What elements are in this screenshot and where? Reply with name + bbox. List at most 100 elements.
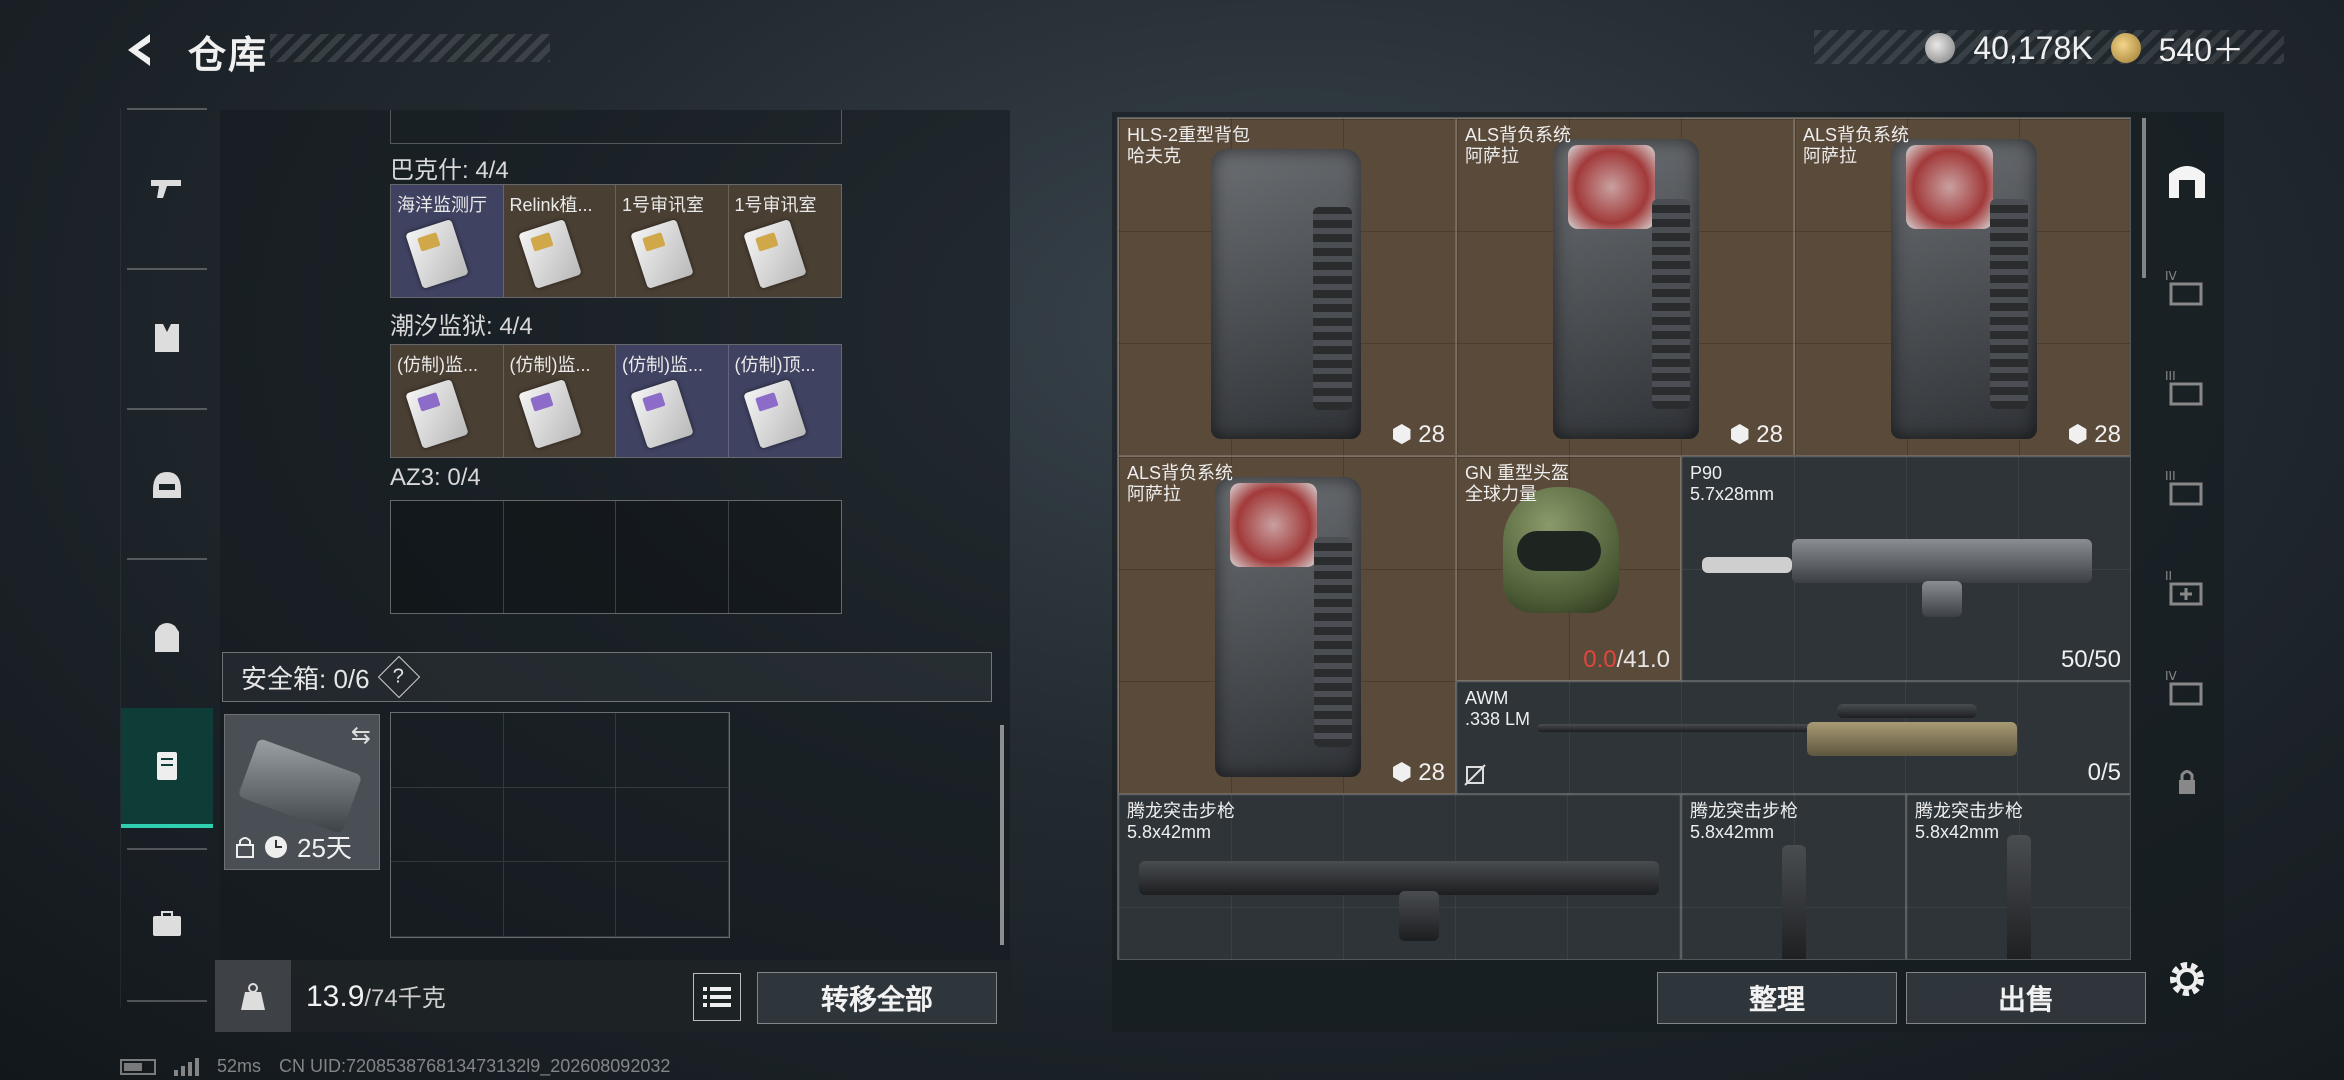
tab-main-warehouse[interactable] (2150, 140, 2224, 220)
container-scrollbar[interactable] (1000, 725, 1004, 945)
empty-slot[interactable] (729, 501, 842, 613)
collection-grid-az3 (390, 500, 842, 614)
empty-slot[interactable] (616, 862, 729, 937)
weight-current: 13.9 (306, 980, 365, 1013)
nav-item-briefcase[interactable] (121, 864, 213, 984)
tab-expansion-iii-a[interactable]: III (2150, 350, 2224, 430)
inventory-item-weapon[interactable]: 腾龙突击步枪 5.8x42mm (1681, 794, 1906, 959)
safe-case-icon (237, 738, 363, 834)
keycard-slot[interactable]: Relink植... (503, 185, 616, 297)
helmet-image (1503, 487, 1619, 613)
no-magazine-icon (1464, 764, 1486, 786)
keycard-icon (405, 379, 469, 449)
nav-item-armor[interactable] (121, 278, 213, 398)
weight-icon (241, 983, 265, 1010)
inventory-item-backpack[interactable]: HLS-2重型背包 哈夫克 ⬢ 28 (1118, 118, 1456, 456)
item-capacity: ⬢ 28 (2067, 420, 2121, 449)
weapon-image (1139, 861, 1659, 895)
safe-box-timer: 25天 (235, 828, 352, 865)
nav-item-weapons[interactable] (121, 128, 213, 248)
left-category-nav (120, 108, 213, 1008)
gun-icon (151, 180, 181, 198)
nav-item-helmet[interactable] (121, 426, 213, 546)
safe-box-grid (390, 712, 730, 938)
empty-slot[interactable] (503, 787, 617, 863)
item-capacity: ⬢ 28 (1391, 758, 1445, 787)
empty-slot[interactable] (391, 862, 504, 937)
nav-item-storage[interactable] (121, 708, 213, 828)
keycard-slot[interactable]: 海洋监测厅 (391, 185, 504, 297)
nav-divider (127, 558, 207, 560)
keycard-slot[interactable]: (仿制)顶... (728, 345, 841, 457)
svg-text:II: II (2165, 569, 2172, 583)
list-icon (703, 987, 731, 1007)
keycard-name: (仿制)监... (509, 355, 591, 375)
inventory-item-backpack[interactable]: ALS背负系统 阿萨拉 ⬢ 28 (1456, 118, 1794, 456)
weapon-grip (1922, 581, 1962, 617)
nav-divider (127, 108, 207, 110)
item-name: AWM .338 LM (1465, 688, 1531, 729)
back-arrow-icon[interactable] (118, 28, 162, 72)
tab-expansion-ii[interactable]: II (2150, 550, 2224, 630)
empty-slot[interactable] (503, 713, 617, 788)
weight-readout: 13.9/74千克 (306, 978, 446, 1014)
inventory-item-weapon[interactable]: P90 5.7x28mm 50/50 (1681, 456, 2130, 681)
collection-grid-chaoxi: (仿制)监... (仿制)监... (仿制)监... (仿制)顶... (390, 344, 842, 458)
safe-box-header: 安全箱: 0/6 ? (222, 652, 992, 702)
inventory-item-weapon[interactable]: 腾龙突击步枪 5.8x42mm (1906, 794, 2130, 959)
tab-locked[interactable] (2150, 742, 2224, 822)
battery-icon (120, 1058, 156, 1075)
empty-slot[interactable] (503, 862, 617, 937)
silver-currency-amount: 40,178K (1973, 29, 2093, 66)
keycard-icon (742, 219, 807, 289)
transfer-all-button[interactable]: 转移全部 (757, 972, 997, 1024)
empty-slot[interactable] (616, 713, 729, 788)
svg-text:III: III (2165, 469, 2176, 483)
warehouse-scrollbar[interactable] (2142, 118, 2146, 278)
keycard-slot[interactable]: 1号审讯室 (616, 185, 729, 297)
arrange-button[interactable]: 整理 (1657, 972, 1897, 1024)
tab-expansion-iv-a[interactable]: IV (2150, 250, 2224, 330)
weight-max: /74千克 (364, 985, 446, 1012)
inventory-item-backpack[interactable]: ALS背负系统 阿萨拉 ⬢ 28 (1118, 456, 1456, 794)
inventory-item-backpack[interactable]: ALS背负系统 阿萨拉 ⬢ 28 (1794, 118, 2130, 456)
lock-icon (2179, 770, 2195, 794)
inventory-item-weapon[interactable]: 腾龙突击步枪 5.8x42mm (1118, 794, 1681, 959)
backpack-image (1553, 139, 1699, 439)
tab-expansion-iii-b[interactable]: III (2150, 450, 2224, 530)
weight-lock-button[interactable] (215, 960, 291, 1032)
keycard-slot[interactable]: (仿制)监... (616, 345, 729, 457)
gold-currency-amount[interactable]: 540＋ (2159, 25, 2244, 71)
keycard-name: 1号审讯室 (622, 195, 705, 215)
warehouse-grid: HLS-2重型背包 哈夫克 ⬢ 28 ALS背负系统 阿萨拉 ⬢ 28 ALS背负系统阿… (1117, 117, 2131, 960)
item-ammo: 50/50 (2060, 646, 2121, 673)
tab-expansion-iv-b[interactable]: IV (2150, 650, 2224, 730)
keycard-name: (仿制)监... (622, 355, 703, 375)
empty-slot[interactable] (391, 713, 504, 788)
svg-text:III: III (2165, 369, 2176, 383)
safe-box-item[interactable]: ⇆ 25天 (224, 714, 380, 870)
nav-item-backpack[interactable] (121, 578, 213, 698)
swap-icon[interactable]: ⇆ (351, 721, 371, 750)
backpack-icon (155, 623, 179, 652)
empty-slot[interactable] (616, 787, 729, 863)
item-name: ALS背负系统 阿萨拉 (1465, 125, 1572, 166)
keycard-slot[interactable]: (仿制)监... (391, 345, 504, 457)
help-icon[interactable]: ? (377, 655, 420, 699)
inventory-item-weapon[interactable]: AWM .338 LM 0/5 (1456, 681, 2130, 794)
nav-divider (127, 268, 207, 270)
vest-icon (155, 324, 179, 352)
collection-label-chaoxi: 潮汐监狱: 4/4 (390, 313, 533, 340)
empty-slot[interactable] (504, 501, 616, 613)
list-view-button[interactable] (693, 973, 741, 1021)
keycard-slot[interactable]: 1号审讯室 (728, 185, 841, 297)
empty-slot[interactable] (391, 787, 504, 863)
backpack-image (1891, 139, 2037, 439)
keycard-icon (517, 219, 582, 289)
empty-slot[interactable] (616, 501, 729, 613)
settings-gear-icon[interactable] (2164, 956, 2210, 1002)
inventory-item-helmet[interactable]: GN 重型头盔 全球力量 0.0/41.0 (1456, 456, 1681, 681)
sell-button[interactable]: 出售 (1906, 972, 2146, 1024)
empty-slot[interactable] (391, 501, 504, 613)
keycard-slot[interactable]: (仿制)监... (503, 345, 616, 457)
